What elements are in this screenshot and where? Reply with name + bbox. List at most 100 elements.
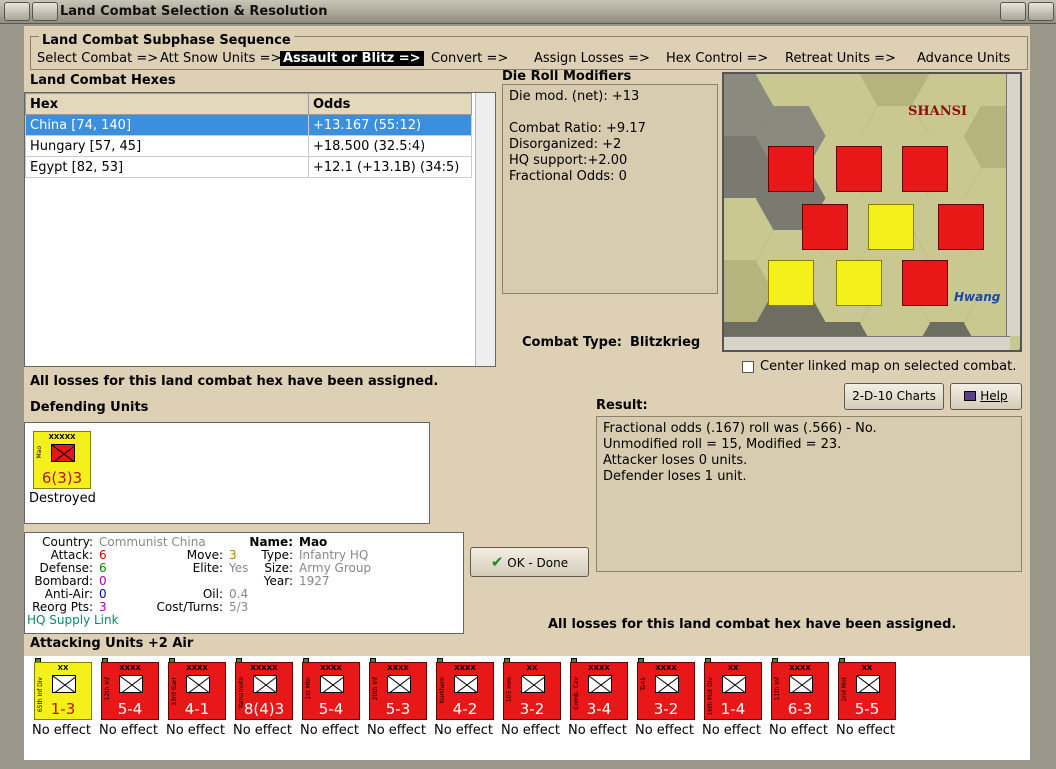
attacking-title: Attacking Units +2 Air [30,636,194,651]
elite-value: Yes [229,561,249,575]
main-panel: Land Combat Subphase Sequence Select Com… [24,26,1030,760]
unit-strength: 3-2 [519,700,545,718]
attacking-outcome: No effect [300,723,360,738]
attack-value: 6 [99,548,107,562]
odds-cell: +13.167 (55:12) [308,114,472,136]
unit-type-icon [722,675,746,693]
hq-support-line: HQ support:+2.00 [509,153,628,168]
unit-strength: 5-4 [117,700,143,718]
result-line: Fractional odds (.167) roll was (.566) -… [603,421,877,436]
attacking-outcome: No effect [233,723,293,738]
attacking-unit[interactable]: XXXX Tank 3-2 [637,662,695,720]
die-roll-panel: Die mod. (net): +13 Combat Ratio: +9.17 … [502,84,718,294]
charts-button[interactable]: 2-D-10 Charts [844,383,944,410]
move-label: Move: [186,548,223,562]
table-row[interactable]: Egypt [82, 53] +12.1 (+13.1B) (34:5) [25,156,472,178]
antiair-value: 0 [99,587,107,601]
attacking-unit[interactable]: XX 65th Inf Div 1-3 [34,662,92,720]
attacking-unit[interactable]: XXXX 11th Inf 6-3 [771,662,829,720]
step-assign-losses: Assign Losses => [534,51,650,66]
attacking-unit[interactable]: XXXX 20th Inf 5-3 [369,662,427,720]
step-select-combat: Select Combat => [37,51,159,66]
ok-done-button[interactable]: ✔ OK - Done [470,547,589,577]
unit-size: XXXX [320,664,342,672]
table-row[interactable]: China [74, 140] +13.167 (55:12) [25,114,472,136]
title-bar: Land Combat Selection & Resolution [0,0,1056,24]
unit-strength: 3-2 [653,700,679,718]
attacking-outcome: No effect [702,723,762,738]
map-hscroll[interactable] [724,336,1010,350]
attacking-unit[interactable]: XXXXX Yamamoto 8(4)3 [235,662,293,720]
subphase-sequence: Land Combat Subphase Sequence Select Com… [30,33,1028,70]
map-unit[interactable] [902,146,948,192]
result-line: Unmodified roll = 15, Modified = 23. [603,437,842,452]
unit-type-icon [655,675,679,693]
unit-type-icon [521,675,545,693]
unit-size: XXXX [655,664,677,672]
unit-name: 105 mm [506,677,513,703]
combat-ratio-line: Combat Ratio: +9.17 [509,121,646,136]
defending-units-box: XXXXX Mao 6(3)3 Destroyed [24,422,430,524]
map-unit[interactable] [836,260,882,306]
attacking-outcome: No effect [769,723,829,738]
step-att-snow: Att Snow Units => [160,51,282,66]
unit-strength: 1-3 [50,700,76,718]
map-vscroll[interactable] [1006,74,1020,336]
country-label: Country: [42,535,93,549]
move-value: 3 [229,548,237,562]
help-button[interactable]: Help [950,383,1022,410]
defending-unit[interactable]: XXXXX Mao 6(3)3 [33,431,91,489]
map-unit[interactable] [768,146,814,192]
col-hex[interactable]: Hex [25,93,309,115]
attacking-unit[interactable]: XXXX 1st Mtn 5-4 [302,662,360,720]
unit-strength: 6(3)3 [41,469,83,487]
step-retreat: Retreat Units => [785,51,896,66]
map-unit[interactable] [768,260,814,306]
minimize-button[interactable] [32,2,58,21]
col-odds[interactable]: Odds [308,93,472,115]
map-unit[interactable] [902,260,948,306]
elite-label: Elite: [192,561,223,575]
disorganized-line: Disorganized: +2 [509,137,622,152]
attacking-unit[interactable]: XX 105 mm 3-2 [503,662,561,720]
losses-assigned-msg-2: All losses for this land combat hex have… [548,617,957,632]
step-advance: Advance Units [917,51,1011,66]
year-value: 1927 [299,574,330,588]
unit-size: XX [861,664,873,672]
hexes-scrollbar[interactable] [475,93,495,366]
unit-size: XXXX [454,664,476,672]
attacking-unit[interactable]: XX 16th Mot Div 1-4 [704,662,762,720]
game-window: Land Combat Selection & Resolution Land … [0,0,1056,769]
attacking-unit[interactable]: XXXX Northern 4-2 [436,662,494,720]
unit-type-icon [588,675,612,693]
losses-assigned-msg: All losses for this land combat hex have… [30,374,439,389]
linked-map[interactable]: SHANSI Hwang [722,72,1022,352]
step-assault-blitz: Assault or Blitz => [280,51,424,66]
type-value: Infantry HQ [299,548,369,562]
map-unit-target[interactable] [868,204,914,250]
unit-size: XX [57,664,69,672]
map-unit[interactable] [938,204,984,250]
map-unit[interactable] [836,146,882,192]
attacking-unit[interactable]: XX 2nd Mot 5-5 [838,662,896,720]
restore-button[interactable] [1000,2,1026,21]
attacking-unit[interactable]: XXXX 12th Inf 5-4 [101,662,159,720]
attacking-unit[interactable]: XXXX Comb. Cav 3-4 [570,662,628,720]
unit-type-icon [387,675,411,693]
die-roll-title: Die Roll Modifiers [502,69,632,84]
map-unit[interactable] [802,204,848,250]
unit-strength: 4-2 [452,700,478,718]
window-menu-button[interactable] [4,2,30,21]
unit-type-icon [454,675,478,693]
center-map-checkbox[interactable] [742,361,754,373]
hex-cell: Egypt [82, 53] [25,156,309,178]
attack-label: Attack: [50,548,93,562]
hexes-title: Land Combat Hexes [30,73,176,88]
region-label: SHANSI [908,104,968,119]
table-row[interactable]: Hungary [57, 45] +18.500 (32.5:4) [25,135,472,157]
attacking-unit[interactable]: XXXX 33rd Garr 4-1 [168,662,226,720]
defending-outcome: Destroyed [29,491,96,506]
unit-size: XXXX [119,664,141,672]
close-button[interactable] [1028,2,1054,21]
ok-label: OK - Done [507,556,569,570]
